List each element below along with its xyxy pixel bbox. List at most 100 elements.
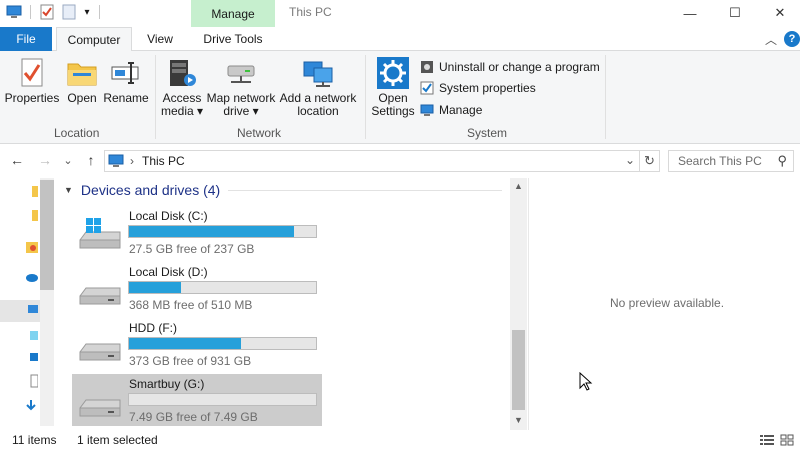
add-location-label-2: location (297, 104, 339, 118)
back-button[interactable]: ← (8, 151, 26, 169)
drive-free-space: 27.5 GB free of 237 GB (129, 242, 255, 256)
folder-icon[interactable] (24, 184, 38, 198)
network-group-label: Network (237, 126, 282, 140)
access-media-button[interactable]: Access media ▾ (160, 57, 204, 118)
folder-open-icon (66, 57, 98, 89)
system-group-label: System (467, 126, 508, 140)
rename-label: Rename (103, 91, 149, 105)
group-separator (605, 55, 606, 139)
tab-file[interactable]: File (0, 27, 52, 51)
ribbon: Properties Open Rename Location Access m… (0, 51, 800, 144)
rename-button[interactable]: Rename (103, 57, 149, 105)
this-pc-icon (108, 154, 124, 168)
open-label: Open (67, 91, 97, 105)
scroll-down-button[interactable]: ▼ (510, 412, 527, 428)
network-location-icon (302, 57, 334, 89)
forward-button[interactable]: → (36, 151, 54, 169)
preview-message: No preview available. (609, 296, 725, 310)
tab-drive-tools[interactable]: Drive Tools (191, 27, 275, 51)
downloads-icon[interactable] (24, 398, 38, 412)
properties-quick-icon[interactable] (38, 3, 56, 21)
search-input[interactable]: Search This PC (678, 154, 762, 168)
drive-usage-bar (128, 337, 317, 350)
add-network-location-button[interactable]: Add a network location (278, 57, 358, 118)
tab-computer[interactable]: Computer (56, 27, 132, 52)
address-dropdown-button[interactable]: ⌄ (625, 153, 635, 167)
properties-label: Properties (4, 91, 60, 105)
uninstall-label: Uninstall or change a program (439, 60, 600, 74)
onedrive-icon[interactable] (24, 270, 38, 284)
open-button[interactable]: Open (62, 57, 102, 105)
settings-gear-icon (377, 57, 409, 89)
manage-button[interactable]: Manage (420, 101, 482, 119)
devices-group-header[interactable]: ▼ Devices and drives (4) (64, 182, 220, 198)
windows-drive-icon (79, 218, 121, 249)
drive-usage-fill (129, 226, 295, 237)
group-divider (228, 190, 502, 191)
drive-name: Smartbuy (G:) (129, 377, 205, 391)
drive-item-g[interactable]: Smartbuy (G:) 7.49 GB free of 7.49 GB (72, 374, 322, 426)
search-icon: ⚲ (777, 153, 787, 168)
hard-drive-icon (79, 343, 121, 361)
computer-icon[interactable] (4, 3, 24, 21)
ribbon-tabs: File Computer View Drive Tools ︿ ? (0, 27, 800, 52)
details-view-icon[interactable] (760, 434, 774, 446)
drive-name: Local Disk (D:) (129, 265, 208, 279)
up-button[interactable]: ↑ (82, 151, 100, 169)
properties-button[interactable]: Properties (4, 57, 60, 105)
this-pc-nav-icon[interactable] (24, 303, 38, 317)
media-server-icon (166, 57, 198, 89)
tab-view[interactable]: View (136, 27, 184, 51)
new-folder-quick-icon[interactable] (60, 3, 78, 21)
drive-free-space: 368 MB free of 510 MB (129, 298, 253, 312)
address-bar[interactable]: › This PC ⌄ (104, 150, 640, 172)
maximize-button[interactable]: ☐ (713, 0, 757, 26)
system-properties-icon (420, 81, 434, 95)
quick-access-separator (99, 5, 100, 19)
scroll-up-button[interactable]: ▲ (510, 178, 527, 194)
hard-drive-icon (79, 399, 121, 417)
file-list: ▼ Devices and drives (4) Local Disk (C:)… (56, 178, 510, 426)
content-scrollbar[interactable]: ▲ ▼ (510, 178, 527, 430)
navigation-pane (0, 178, 54, 426)
customize-quick-access-icon[interactable]: ▾ (80, 3, 94, 21)
large-icons-view-icon[interactable] (780, 434, 794, 446)
tab-manage-context[interactable]: Manage (191, 0, 275, 27)
system-properties-button[interactable]: System properties (420, 79, 536, 97)
drive-item-c[interactable]: Local Disk (C:) 27.5 GB free of 237 GB (72, 206, 322, 258)
drive-item-d[interactable]: Local Disk (D:) 368 MB free of 510 MB (72, 262, 322, 314)
selection-count: 1 item selected (77, 433, 158, 447)
navigation-bar: ← → ⌄ ↑ › This PC ⌄ ↻ Search This PC ⚲ (0, 145, 800, 175)
map-network-drive-button[interactable]: Map network drive ▾ (204, 57, 278, 118)
drive-usage-fill (129, 338, 241, 349)
recent-locations-button[interactable]: ⌄ (61, 151, 75, 169)
network-drive-icon (225, 57, 257, 89)
drive-usage-bar (128, 281, 317, 294)
creative-cloud-icon[interactable] (24, 240, 38, 254)
content-scroll-thumb[interactable] (512, 330, 525, 410)
breadcrumb-separator[interactable]: › (130, 154, 134, 168)
computer-management-icon (420, 103, 434, 117)
3d-objects-icon[interactable] (24, 328, 38, 342)
drive-usage-bar (128, 393, 317, 406)
breadcrumb-this-pc[interactable]: This PC (142, 154, 185, 168)
uninstall-program-button[interactable]: Uninstall or change a program (420, 58, 600, 76)
quick-access-separator (30, 5, 31, 19)
open-settings-button[interactable]: Open Settings (370, 57, 416, 118)
drive-item-f[interactable]: HDD (F:) 373 GB free of 931 GB (72, 318, 322, 370)
close-button[interactable]: ✕ (758, 0, 800, 26)
navpane-scroll-thumb[interactable] (40, 180, 54, 290)
refresh-button[interactable]: ↻ (640, 150, 660, 172)
chevron-down-icon: ▼ (64, 185, 73, 195)
desktop-icon[interactable] (24, 350, 38, 364)
item-count: 11 items (12, 433, 57, 447)
search-box[interactable]: Search This PC ⚲ (668, 150, 794, 172)
window-title: This PC (289, 5, 332, 19)
system-properties-label: System properties (439, 81, 536, 95)
collapse-ribbon-button[interactable]: ︿ (762, 27, 780, 51)
documents-icon[interactable] (24, 374, 38, 388)
location-group-label: Location (54, 126, 100, 140)
minimize-button[interactable]: — (668, 0, 712, 26)
help-button[interactable]: ? (784, 31, 800, 47)
folder-icon[interactable] (24, 208, 38, 222)
